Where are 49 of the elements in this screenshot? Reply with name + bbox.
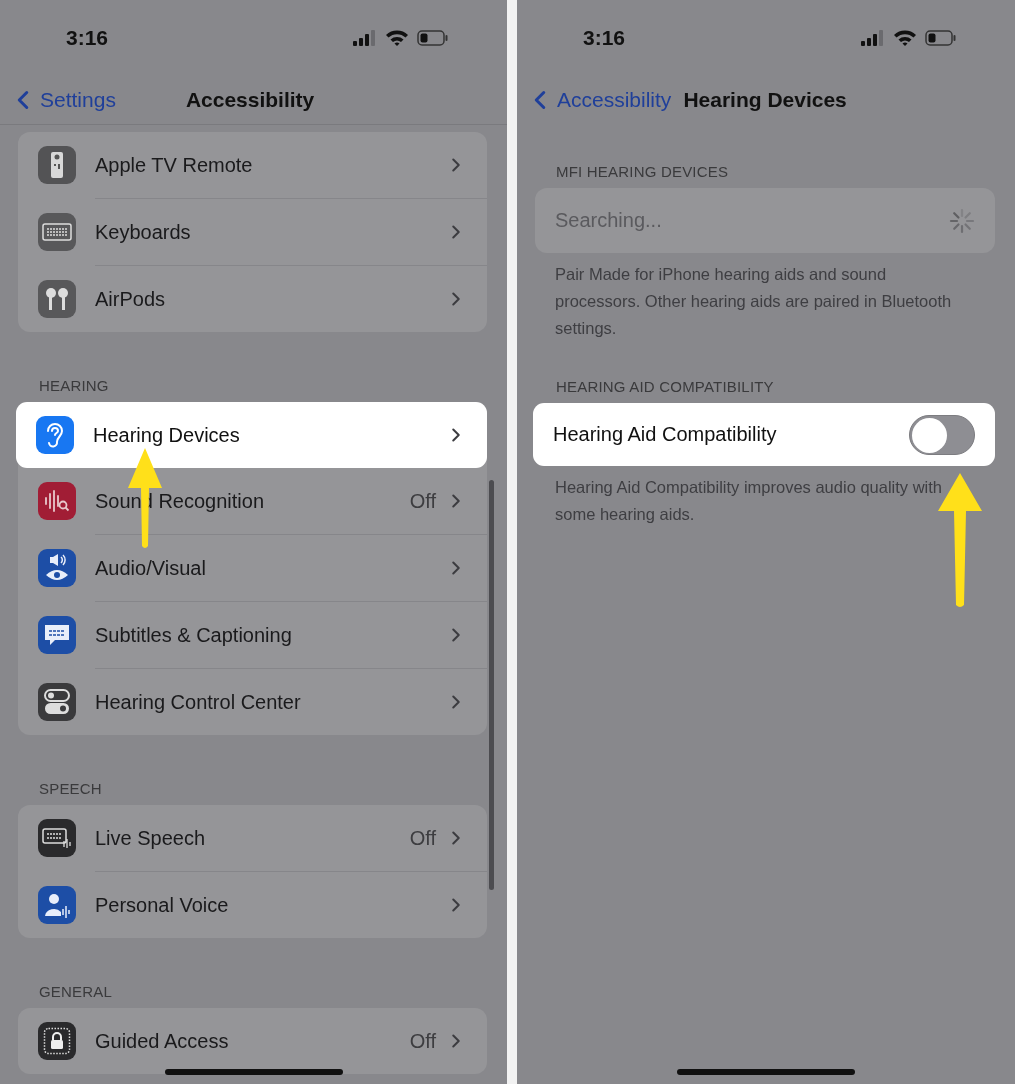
section-footer: Pair Made for iPhone hearing aids and sound processors. Other hearing aids are paired in Bluetooth settings. <box>535 253 995 342</box>
section-header: GENERAL <box>38 983 114 1002</box>
status-time: 3:16 <box>66 25 109 50</box>
remote-icon <box>50 151 64 179</box>
nav-title: Hearing Devices <box>683 87 847 112</box>
keyboard-wave-icon <box>42 827 72 849</box>
settings-row[interactable]: Hearing Devices <box>16 402 487 468</box>
row-label: Hearing Devices <box>93 423 241 447</box>
section-header: HEARING AID COMPATIBILITY <box>555 378 775 397</box>
row-label: Personal Voice <box>95 893 230 917</box>
settings-row[interactable]: Apple TV Remote <box>18 132 487 198</box>
settings-row[interactable]: Hearing Control Center <box>18 669 487 735</box>
section-header: MFI HEARING DEVICES <box>555 163 730 182</box>
row-label: Subtitles & Captioning <box>95 623 293 647</box>
speech-bubble-icon <box>43 622 71 648</box>
row-label: Live Speech <box>95 826 207 850</box>
signal-icon <box>861 29 885 46</box>
battery-icon <box>417 29 449 46</box>
settings-row[interactable]: Keyboards <box>18 199 487 265</box>
row-label: Keyboards <box>95 220 192 244</box>
section-footer: Hearing Aid Compatibility improves audio quality with some hearing aids. <box>535 466 995 528</box>
section-header: HEARING <box>38 377 110 396</box>
settings-row[interactable]: Personal Voice <box>18 872 487 938</box>
row-label: Apple TV Remote <box>95 153 254 177</box>
waveform-search-icon <box>43 488 71 514</box>
row-label: AirPods <box>95 287 167 311</box>
row-value: Off <box>409 489 436 513</box>
row-value: Off <box>409 826 436 850</box>
status-time: 3:16 <box>583 25 626 50</box>
battery-icon <box>925 29 957 46</box>
wifi-icon <box>893 28 917 47</box>
nav-title: Accessibility <box>185 87 315 112</box>
settings-row[interactable]: Subtitles & Captioning <box>18 602 487 668</box>
signal-icon <box>353 29 377 46</box>
settings-row[interactable]: Audio/Visual <box>18 535 487 601</box>
settings-row[interactable]: Guided Access Off <box>18 1008 487 1074</box>
spinner-icon <box>949 207 975 234</box>
section-header: SPEECH <box>38 780 103 799</box>
settings-row[interactable]: AirPods <box>18 266 487 332</box>
row-label: Guided Access <box>95 1029 230 1053</box>
wifi-icon <box>385 28 409 47</box>
row-value: Off <box>409 1029 436 1053</box>
searching-text: Searching... <box>555 209 663 232</box>
keyboard-icon <box>42 223 72 241</box>
toggles-icon <box>44 689 70 715</box>
settings-row[interactable]: Live Speech Off <box>18 805 487 871</box>
earbuds-icon <box>43 286 71 312</box>
row-label: Hearing Control Center <box>95 690 302 714</box>
row-label: Audio/Visual <box>95 556 207 580</box>
